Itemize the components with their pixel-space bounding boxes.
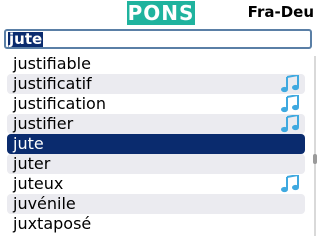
- list-item-label: juvénile: [13, 194, 76, 213]
- music-note-icon[interactable]: [279, 75, 301, 93]
- list-item-label: justifiable: [13, 54, 91, 73]
- list-item[interactable]: juter: [7, 154, 305, 174]
- language-pair-label[interactable]: Fra-Deu: [248, 3, 314, 21]
- list-item-label: juxtaposé: [13, 214, 92, 233]
- scrollbar-thumb[interactable]: [313, 154, 317, 164]
- list-item[interactable]: juvénile: [7, 194, 305, 214]
- word-list: justifiable justificatif justification j…: [7, 54, 305, 234]
- scrollbar[interactable]: [312, 56, 318, 236]
- list-item-label: justification: [13, 94, 106, 113]
- list-item[interactable]: juteux: [7, 174, 305, 194]
- list-item-label: justificatif: [13, 74, 92, 93]
- list-item[interactable]: juxtaposé: [7, 214, 305, 234]
- music-note-icon[interactable]: [279, 95, 301, 113]
- list-item-label: jute: [13, 134, 44, 153]
- scrollbar-track: [314, 56, 316, 236]
- header: PONS Fra-Deu: [0, 0, 320, 28]
- list-item[interactable]: justifiable: [7, 54, 305, 74]
- search-input[interactable]: jute: [4, 29, 312, 49]
- list-item-label: juteux: [13, 174, 64, 193]
- list-item-label: justifier: [13, 114, 74, 133]
- music-note-icon[interactable]: [279, 175, 301, 193]
- search-input-value: jute: [8, 30, 44, 48]
- pons-logo: PONS: [127, 1, 195, 25]
- list-item[interactable]: justifier: [7, 114, 305, 134]
- list-item[interactable]: justificatif: [7, 74, 305, 94]
- list-item-label: juter: [13, 154, 51, 173]
- list-item[interactable]: justification: [7, 94, 305, 114]
- music-note-icon[interactable]: [279, 115, 301, 133]
- list-item-selected[interactable]: jute: [7, 134, 305, 154]
